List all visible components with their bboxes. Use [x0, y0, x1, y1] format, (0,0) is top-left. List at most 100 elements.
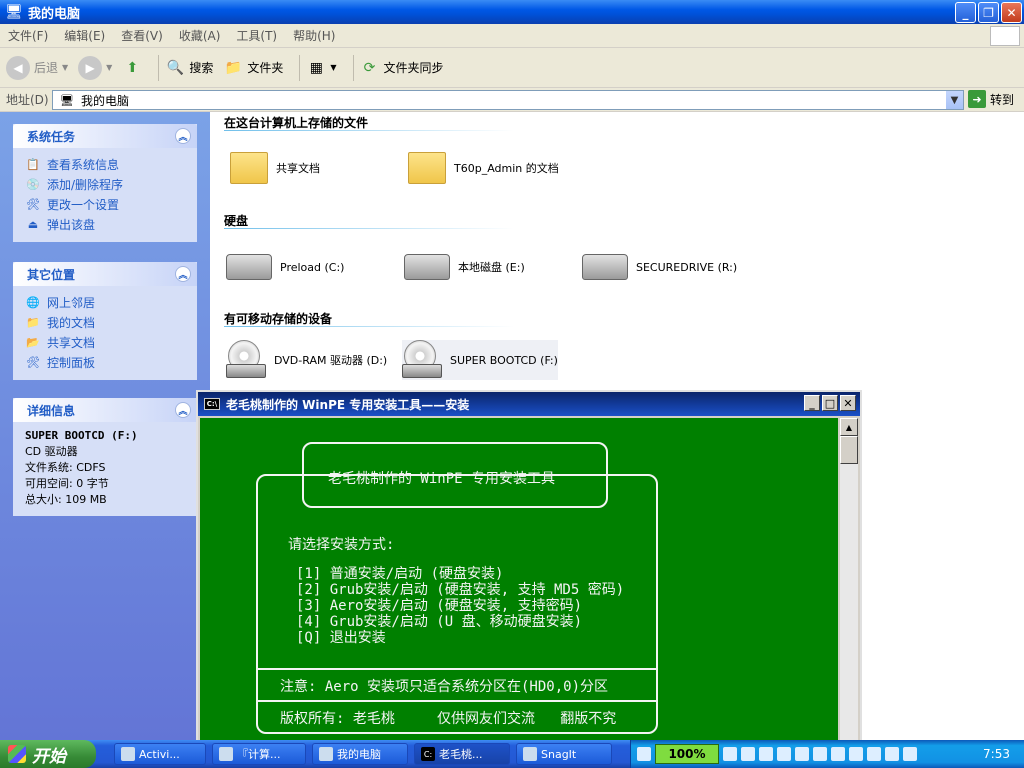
- control-panel-icon: 🛠: [26, 197, 40, 211]
- menu-file[interactable]: 文件(F): [0, 27, 56, 44]
- task-eject-disc[interactable]: ⏏ 弹出该盘: [25, 214, 189, 234]
- start-button[interactable]: 开始: [0, 740, 96, 768]
- close-button[interactable]: ✕: [1001, 2, 1022, 23]
- up-button[interactable]: ⬆: [122, 58, 142, 78]
- menu-tools[interactable]: 工具(T): [228, 27, 285, 44]
- scroll-thumb[interactable]: [840, 436, 858, 464]
- address-bar: 地址(D) 🖥 我的电脑 ▼ ➜ 转到: [0, 88, 1024, 112]
- scroll-up-arrow-icon[interactable]: ▲: [840, 418, 858, 436]
- search-button[interactable]: 🔍 搜索: [165, 58, 214, 78]
- hard-drive-icon: [404, 254, 450, 280]
- menu-bar: 文件(F) 编辑(E) 查看(V) 收藏(A) 工具(T) 帮助(H): [0, 24, 1024, 48]
- folder-shared-documents[interactable]: 共享文档: [230, 152, 320, 184]
- minimize-button[interactable]: _: [955, 2, 976, 23]
- drive-e[interactable]: 本地磁盘 (E:): [404, 254, 525, 280]
- forward-arrow-icon: ▶: [78, 55, 103, 80]
- place-shared-documents[interactable]: 📂 共享文档: [25, 332, 189, 352]
- restore-button[interactable]: ❐: [978, 2, 999, 23]
- folder-user-documents[interactable]: T60p_Admin 的文档: [408, 152, 559, 184]
- console-titlebar: C:\ 老毛桃制作的 WinPE 专用安装工具——安装 _ □ ✕: [198, 392, 860, 416]
- collapse-chevron-icon[interactable]: ︽: [175, 266, 191, 282]
- go-label: 转到: [990, 92, 1015, 107]
- place-label: 网上邻居: [47, 295, 96, 310]
- back-arrow-icon: ◀: [6, 55, 30, 80]
- go-button[interactable]: ➜ 转到: [968, 90, 1014, 108]
- menu-edit[interactable]: 编辑(E): [56, 27, 113, 44]
- collapse-chevron-icon[interactable]: ︽: [175, 402, 191, 418]
- system-tasks-header[interactable]: 系统任务 ︽: [13, 124, 197, 148]
- taskbar-item-calc[interactable]: 『计算...: [212, 743, 306, 765]
- console-icon: C:: [421, 747, 435, 761]
- console-close-button[interactable]: ✕: [840, 395, 856, 411]
- section-stored-files: 在这台计算机上存储的文件: [224, 116, 369, 130]
- item-label: 本地磁盘 (E:): [458, 261, 525, 274]
- place-label: 控制面板: [47, 355, 96, 370]
- place-control-panel[interactable]: 🛠 控制面板: [25, 352, 189, 372]
- keyboard-icon[interactable]: [637, 747, 651, 761]
- my-computer-icon: [319, 747, 333, 761]
- display-icon[interactable]: [885, 747, 899, 761]
- section-divider: [224, 228, 514, 229]
- folder-icon: 📂: [26, 335, 40, 349]
- back-label: 后退: [34, 61, 59, 75]
- wireless-icon[interactable]: [831, 747, 845, 761]
- details-type: CD 驱动器: [25, 445, 78, 458]
- option-2: [2] Grub安装/启动 (硬盘安装, 支持 MD5 密码): [296, 582, 625, 598]
- details-header[interactable]: 详细信息 ︽: [13, 398, 197, 422]
- cd-drive-icon: [402, 340, 442, 380]
- taskbar-item-snagit[interactable]: SnagIt: [516, 743, 612, 765]
- task-view-system-info[interactable]: 📋 查看系统信息: [25, 154, 189, 174]
- taskbar-item-activity[interactable]: Activi...: [114, 743, 206, 765]
- views-button[interactable]: ▦ ▼: [306, 58, 337, 78]
- tray-arrow-icon[interactable]: [759, 747, 773, 761]
- drive-f[interactable]: SUPER BOOTCD (F:): [402, 340, 558, 380]
- panel-title: 其它位置: [27, 267, 76, 282]
- console-minimize-button[interactable]: _: [804, 395, 820, 411]
- drive-d[interactable]: DVD-RAM 驱动器 (D:): [226, 340, 387, 380]
- console-scrollbar[interactable]: ▲: [840, 418, 858, 742]
- sync-button[interactable]: ⟳ 文件夹同步: [360, 58, 444, 78]
- clock[interactable]: 7:53: [983, 747, 1010, 761]
- console-window: C:\ 老毛桃制作的 WinPE 专用安装工具——安装 _ □ ✕ 老毛桃制作的…: [196, 390, 862, 742]
- battery-icon[interactable]: [849, 747, 863, 761]
- power-icon[interactable]: [723, 747, 737, 761]
- help-icon[interactable]: [813, 747, 827, 761]
- taskbar-item-my-computer[interactable]: 我的电脑: [312, 743, 408, 765]
- task-add-remove-programs[interactable]: 💿 添加/删除程序: [25, 174, 189, 194]
- network-icon[interactable]: [777, 747, 791, 761]
- back-button[interactable]: ◀ 后退 ▼: [6, 55, 68, 80]
- item-label: SUPER BOOTCD (F:): [450, 353, 558, 367]
- address-label: 地址(D): [6, 93, 49, 107]
- zoom-indicator[interactable]: 100%: [655, 744, 719, 764]
- drive-r[interactable]: SECUREDRIVE (R:): [582, 254, 737, 280]
- task-label: SnagIt: [541, 747, 577, 761]
- console-note: 注意: Aero 安装项只适合系统分区在(HD0,0)分区: [280, 679, 609, 695]
- menu-help[interactable]: 帮助(H): [285, 27, 343, 44]
- tray-arrow-icon[interactable]: [741, 747, 755, 761]
- collapse-chevron-icon[interactable]: ︽: [175, 128, 191, 144]
- place-my-documents[interactable]: 📁 我的文档: [25, 312, 189, 332]
- chevron-down-icon: ▼: [106, 63, 113, 72]
- console-title: 老毛桃制作的 WinPE 专用安装工具——安装: [226, 397, 470, 412]
- forward-button[interactable]: ▶ ▼: [78, 55, 113, 80]
- my-computer-icon: 🖥: [60, 93, 74, 107]
- drive-c[interactable]: Preload (C:): [226, 254, 344, 280]
- volume-icon[interactable]: [867, 747, 881, 761]
- other-places-header[interactable]: 其它位置 ︽: [13, 262, 197, 286]
- menu-view[interactable]: 查看(V): [113, 27, 171, 44]
- address-input[interactable]: 🖥 我的电脑 ▼: [52, 90, 964, 110]
- bluetooth-icon[interactable]: [795, 747, 809, 761]
- hard-drive-icon: [226, 254, 272, 280]
- place-network[interactable]: 🌐 网上邻居: [25, 292, 189, 312]
- taskbar-item-console[interactable]: C: 老毛桃...: [414, 743, 510, 765]
- chevron-down-icon[interactable]: ▼: [946, 91, 963, 109]
- panel-title: 详细信息: [27, 403, 76, 418]
- windows-logo-icon: [990, 26, 1020, 46]
- item-label: SECUREDRIVE (R:): [636, 260, 738, 274]
- task-change-setting[interactable]: 🛠 更改一个设置: [25, 194, 189, 214]
- menu-favorites[interactable]: 收藏(A): [171, 27, 229, 44]
- console-maximize-button[interactable]: □: [822, 395, 838, 411]
- folders-button[interactable]: 📁 文件夹: [223, 58, 284, 78]
- option-list: [1] 普通安装/启动 (硬盘安装) [2] Grub安装/启动 (硬盘安装, …: [296, 566, 624, 646]
- security-icon[interactable]: [903, 747, 917, 761]
